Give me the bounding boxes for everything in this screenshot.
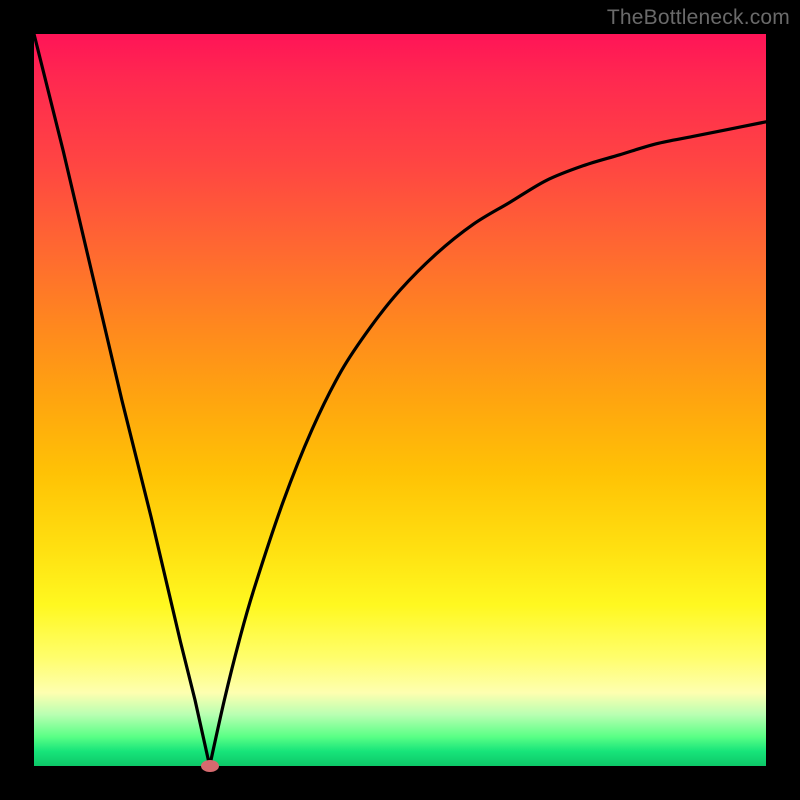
min-marker-dot	[201, 760, 219, 772]
attribution-text: TheBottleneck.com	[607, 6, 790, 30]
bottleneck-curve	[34, 34, 766, 766]
chart-frame: TheBottleneck.com	[0, 0, 800, 800]
plot-area	[34, 34, 766, 766]
